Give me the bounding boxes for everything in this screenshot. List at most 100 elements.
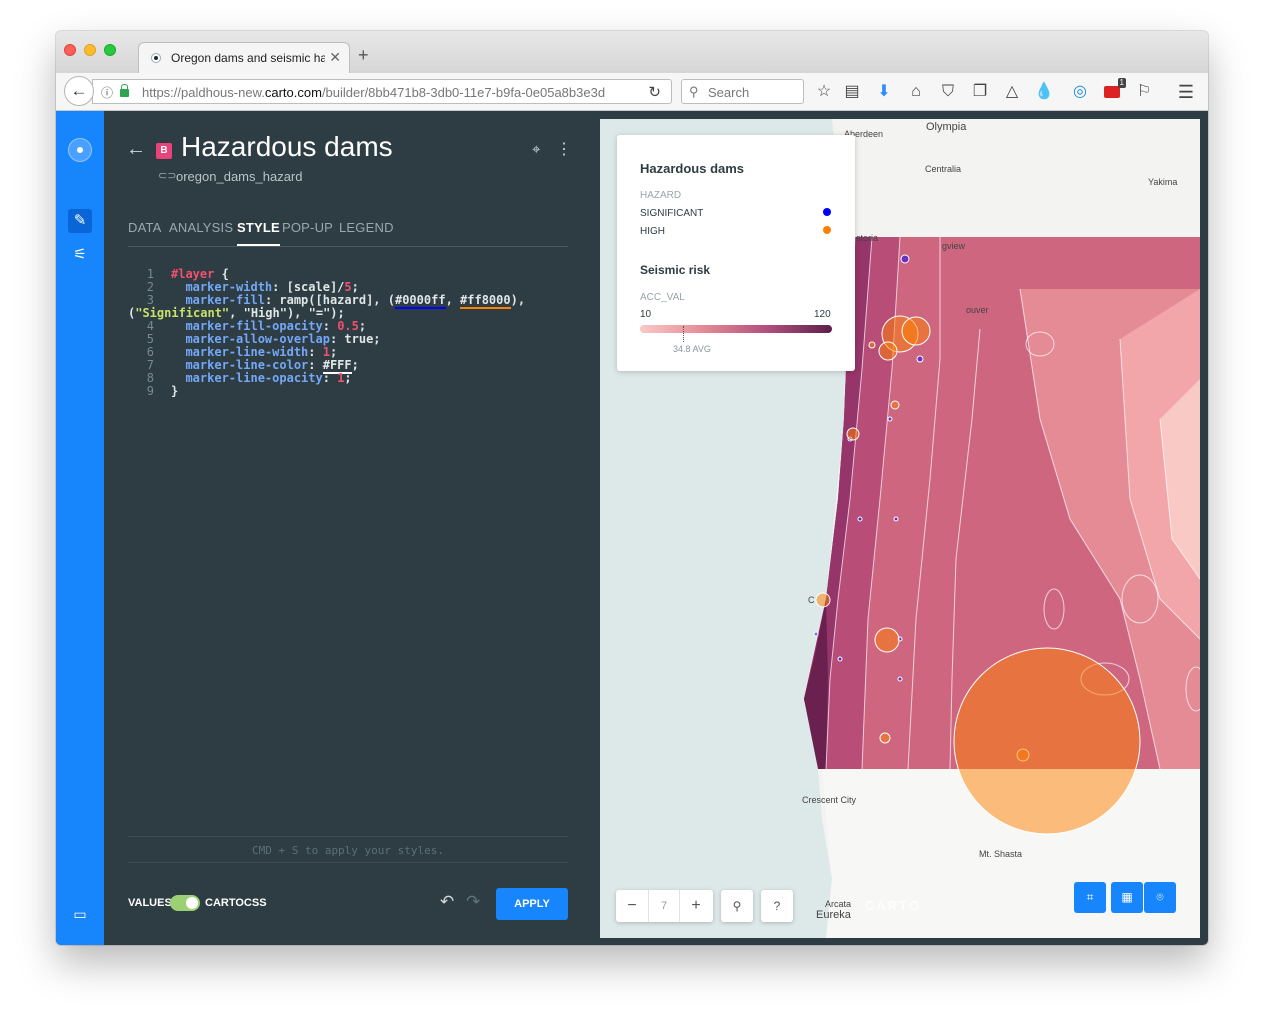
tab-style[interactable]: STYLE xyxy=(237,220,280,246)
code-line: 9} xyxy=(146,384,179,398)
map-label-coos-bay: C xyxy=(808,595,815,605)
feedback-chat-icon[interactable]: ▭ xyxy=(70,904,90,924)
map-label-crescent-city: Crescent City xyxy=(802,795,857,805)
link-icon: ⊂⊃ xyxy=(158,170,177,182)
cartocss-label: CARTOCSS xyxy=(205,897,267,909)
legend-max-value: 120 xyxy=(814,309,831,320)
search-icon: ⚲ xyxy=(689,84,699,99)
redo-icon[interactable]: ↷ xyxy=(466,892,480,912)
cartocss-toggle[interactable] xyxy=(170,895,200,911)
layer-title[interactable]: Hazardous dams xyxy=(181,131,393,163)
carto-watermark: CARTO xyxy=(865,898,921,913)
map-label-centralia: Centralia xyxy=(925,164,962,174)
divider xyxy=(128,862,568,863)
home-icon[interactable]: ⌂ xyxy=(906,82,926,102)
legend-field-label: HAZARD xyxy=(640,190,682,201)
pocket-icon[interactable]: ⛉ xyxy=(938,82,958,102)
apply-hint: CMD + S to apply your styles. xyxy=(251,844,445,857)
zoom-level: 7 xyxy=(648,890,680,922)
values-label: VALUES xyxy=(128,897,172,909)
tab-title: Oregon dams and seismic haz xyxy=(171,51,325,65)
back-arrow-icon[interactable]: ← xyxy=(126,138,146,161)
undo-icon[interactable]: ↶ xyxy=(440,892,454,912)
carto-logo-icon[interactable] xyxy=(68,138,92,162)
site-info-icon[interactable]: ⓘ xyxy=(101,84,113,101)
window-minimize-button[interactable] xyxy=(84,44,96,56)
carto-favicon-icon xyxy=(151,53,161,63)
browser-window: Oregon dams and seismic haz ✕ + ⓘ https:… xyxy=(56,31,1208,945)
builder-sidebar: ✎ ⚟ ▭ xyxy=(56,111,104,945)
window-maximize-button[interactable] xyxy=(104,44,116,56)
map-legend: Hazardous dams HAZARD SIGNIFICANT HIGH S… xyxy=(617,135,855,371)
locate-layer-icon[interactable]: ⌖ xyxy=(532,141,540,158)
legend-avg-value: 34.8 AVG xyxy=(673,344,711,354)
download-icon[interactable]: ⬇ xyxy=(874,82,894,102)
search-icon: ⚲ xyxy=(732,899,742,913)
new-tab-icon[interactable]: + xyxy=(358,45,369,66)
pin-icon: ⌾ xyxy=(1156,890,1164,904)
circle-extension-icon[interactable]: ◎ xyxy=(1070,82,1090,102)
divider xyxy=(128,836,568,837)
apply-button[interactable]: APPLY xyxy=(496,888,568,920)
map-label-astoria: storia xyxy=(856,233,879,243)
more-options-icon[interactable]: ⋮ xyxy=(556,139,572,159)
map-view[interactable]: Aberdeen Olympia Centralia Yakima storia… xyxy=(600,119,1200,938)
legend-swatch-significant xyxy=(823,208,831,216)
map-label-longview: gview xyxy=(942,241,966,251)
search-input[interactable]: ⚲ Search xyxy=(681,79,804,104)
layer-tabs: DATA ANALYSIS STYLE POP-UP LEGEND xyxy=(128,220,568,247)
reading-list-icon[interactable]: ▤ xyxy=(842,82,862,102)
fit-bounds-button[interactable]: ⌗ xyxy=(1074,882,1106,913)
legend-swatch-high xyxy=(823,226,831,234)
url-bar[interactable]: ⓘ https://paldhous-new.carto.com/builder… xyxy=(92,79,672,104)
legend-color-ramp xyxy=(640,325,832,333)
zoom-control: − 7 + xyxy=(616,890,713,922)
map-label-olympia: Olympia xyxy=(926,121,967,133)
fit-bounds-icon: ⌗ xyxy=(1086,890,1094,904)
settings-sliders-icon[interactable]: ⚟ xyxy=(68,243,92,267)
tab-analysis[interactable]: ANALYSIS xyxy=(169,220,233,235)
window-close-button[interactable] xyxy=(64,44,76,56)
zoom-in-button[interactable]: + xyxy=(680,890,712,922)
url-text: https://paldhous-new.carto.com/builder/8… xyxy=(142,85,606,100)
navigation-bar: ⓘ https://paldhous-new.carto.com/builder… xyxy=(56,73,1208,111)
map-search-button[interactable]: ⚲ xyxy=(721,890,753,922)
tab-close-icon[interactable]: ✕ xyxy=(329,49,341,66)
clipboard-icon[interactable]: ❐ xyxy=(970,82,990,102)
style-editor-panel: ← B Hazardous dams ⊂⊃ oregon_dams_hazard… xyxy=(104,111,594,945)
browser-tab[interactable]: Oregon dams and seismic haz ✕ xyxy=(138,42,350,73)
map-label-arcata: Arcata xyxy=(825,899,852,909)
extension-icon[interactable]: ⚐ xyxy=(1134,82,1154,102)
layer-badge: B xyxy=(156,143,172,159)
legend-item-significant: SIGNIFICANT xyxy=(640,208,704,219)
legend-item-high: HIGH xyxy=(640,226,665,237)
help-icon: ? xyxy=(773,899,781,913)
drive-icon[interactable]: △ xyxy=(1002,82,1022,102)
map-label-mt-shasta: Mt. Shasta xyxy=(979,849,1023,859)
edit-pencil-icon[interactable]: ✎ xyxy=(68,209,92,233)
back-button[interactable]: ← xyxy=(64,76,94,106)
bookmark-star-icon[interactable]: ☆ xyxy=(814,82,834,102)
reload-icon[interactable]: ↻ xyxy=(648,83,661,101)
droplet-icon[interactable]: 💧 xyxy=(1034,82,1054,102)
help-button[interactable]: ? xyxy=(761,890,793,922)
legend-min-value: 10 xyxy=(640,309,652,320)
legend-seismic-field: ACC_VAL xyxy=(640,292,685,303)
notification-badge: 1 xyxy=(1117,78,1126,88)
tab-data[interactable]: DATA xyxy=(128,220,162,235)
menu-icon[interactable]: ☰ xyxy=(1176,82,1196,102)
pin-button[interactable]: ⌾ xyxy=(1144,882,1176,913)
basemap-button[interactable]: ▦ xyxy=(1111,882,1143,913)
legend-seismic-title: Seismic risk xyxy=(640,263,711,277)
legend-avg-marker xyxy=(683,326,685,342)
search-placeholder: Search xyxy=(708,85,750,100)
zoom-out-button[interactable]: − xyxy=(616,890,648,922)
notifications-icon[interactable]: 1 xyxy=(1102,78,1126,102)
tab-strip: Oregon dams and seismic haz ✕ + xyxy=(56,31,1208,73)
tab-legend[interactable]: LEGEND xyxy=(339,220,394,235)
cartocss-code-editor[interactable]: 1 #layer { 2 marker-width: [scale]/5; 3 m… xyxy=(128,268,568,398)
map-label-vancouver: ouver xyxy=(966,305,989,315)
legend-title: Hazardous dams xyxy=(640,161,745,176)
tab-popup[interactable]: POP-UP xyxy=(282,220,333,235)
code-line: 8 marker-line-opacity: 1; xyxy=(146,371,352,385)
